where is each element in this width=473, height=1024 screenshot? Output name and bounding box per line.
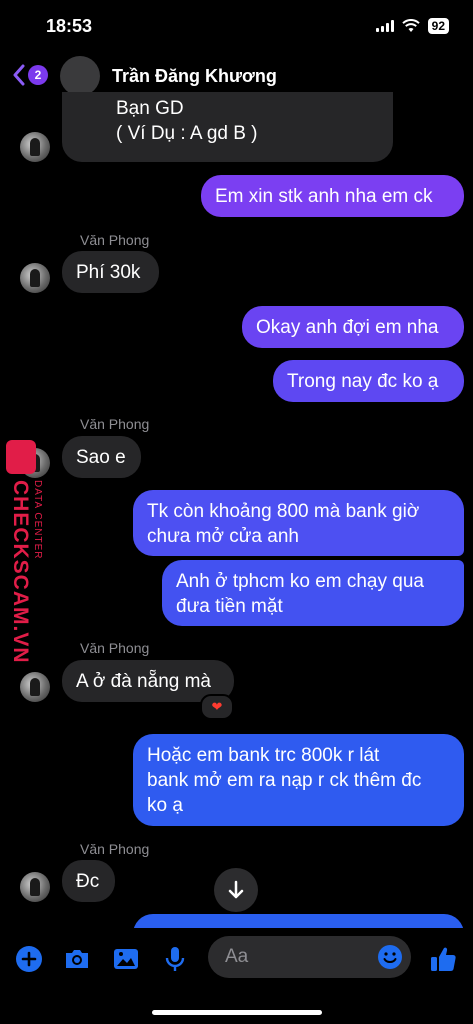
- chevron-left-icon: [13, 64, 25, 86]
- like-button[interactable]: [428, 944, 458, 974]
- message-bubble-incoming[interactable]: Phí 30k: [62, 251, 159, 293]
- message-bubble-incoming[interactable]: Đc: [62, 860, 115, 902]
- message-input[interactable]: Aa: [208, 936, 411, 978]
- signal-icon: [375, 20, 394, 32]
- sender-avatar[interactable]: [20, 132, 50, 162]
- home-indicator: [152, 1010, 322, 1015]
- back-button[interactable]: 2: [12, 64, 48, 86]
- message-bubble-incoming[interactable]: Bạn GD ( Ví Dụ : A gd B ): [62, 92, 393, 162]
- thumbs-up-icon: [431, 947, 456, 971]
- sender-name: Văn Phong: [80, 416, 150, 432]
- microphone-icon: [165, 947, 185, 971]
- message-input-placeholder: Aa: [225, 946, 249, 967]
- sender-avatar[interactable]: [20, 672, 50, 702]
- contact-name[interactable]: Trần Đăng Khương: [112, 66, 277, 87]
- status-time: 18:53: [46, 16, 93, 36]
- plus-icon: [16, 946, 42, 972]
- sender-name: Văn Phong: [80, 640, 150, 656]
- unread-badge: 2: [28, 65, 48, 85]
- sender-avatar[interactable]: [20, 263, 50, 293]
- status-bar: 18:53 92: [0, 0, 473, 52]
- voice-button[interactable]: [160, 944, 190, 974]
- plus-button[interactable]: [14, 944, 44, 974]
- message-bubble-outgoing[interactable]: Tk còn khoảng 800 mà bank giờ chưa mở cử…: [133, 490, 464, 556]
- message-list[interactable]: Bạn GD ( Ví Dụ : A gd B ) Em xin stk anh…: [0, 92, 473, 930]
- sender-avatar[interactable]: [20, 872, 50, 902]
- watermark-brand: CHECKSCAM.VN: [9, 480, 32, 664]
- scroll-to-bottom-button[interactable]: [214, 868, 258, 912]
- camera-button[interactable]: [62, 944, 92, 974]
- emoji-icon[interactable]: [377, 944, 403, 970]
- gallery-button[interactable]: [111, 944, 141, 974]
- message-bubble-outgoing[interactable]: Okay anh đợi em nha: [242, 306, 464, 348]
- sender-name: Văn Phong: [80, 232, 150, 248]
- sender-name: Văn Phong: [80, 841, 150, 857]
- contact-avatar[interactable]: [60, 56, 100, 96]
- status-icons: 92: [375, 18, 449, 34]
- message-bubble-outgoing[interactable]: Hoặc em bank trc 800k r lát bank mở em r…: [133, 734, 464, 826]
- image-icon: [114, 949, 138, 969]
- wifi-icon: [401, 19, 420, 32]
- watermark-subtitle: DATA CENTER: [32, 480, 43, 560]
- watermark: CHECKSCAM.VN DATA CENTER: [6, 440, 50, 664]
- arrow-down-icon: [228, 880, 244, 899]
- message-bubble-incoming[interactable]: Sao e: [62, 436, 141, 478]
- message-bubble-outgoing[interactable]: Trong nay đc ko ạ: [273, 360, 464, 402]
- watermark-logo-icon: [6, 440, 36, 474]
- message-bubble-outgoing[interactable]: Em xin stk anh nha em ck: [201, 175, 464, 217]
- battery-indicator: 92: [427, 18, 449, 34]
- camera-icon: [66, 950, 88, 968]
- message-bubble-outgoing[interactable]: Anh ở tphcm ko em chạy qua đưa tiền mặt: [162, 560, 464, 626]
- heart-reaction-icon[interactable]: ❤: [200, 694, 234, 720]
